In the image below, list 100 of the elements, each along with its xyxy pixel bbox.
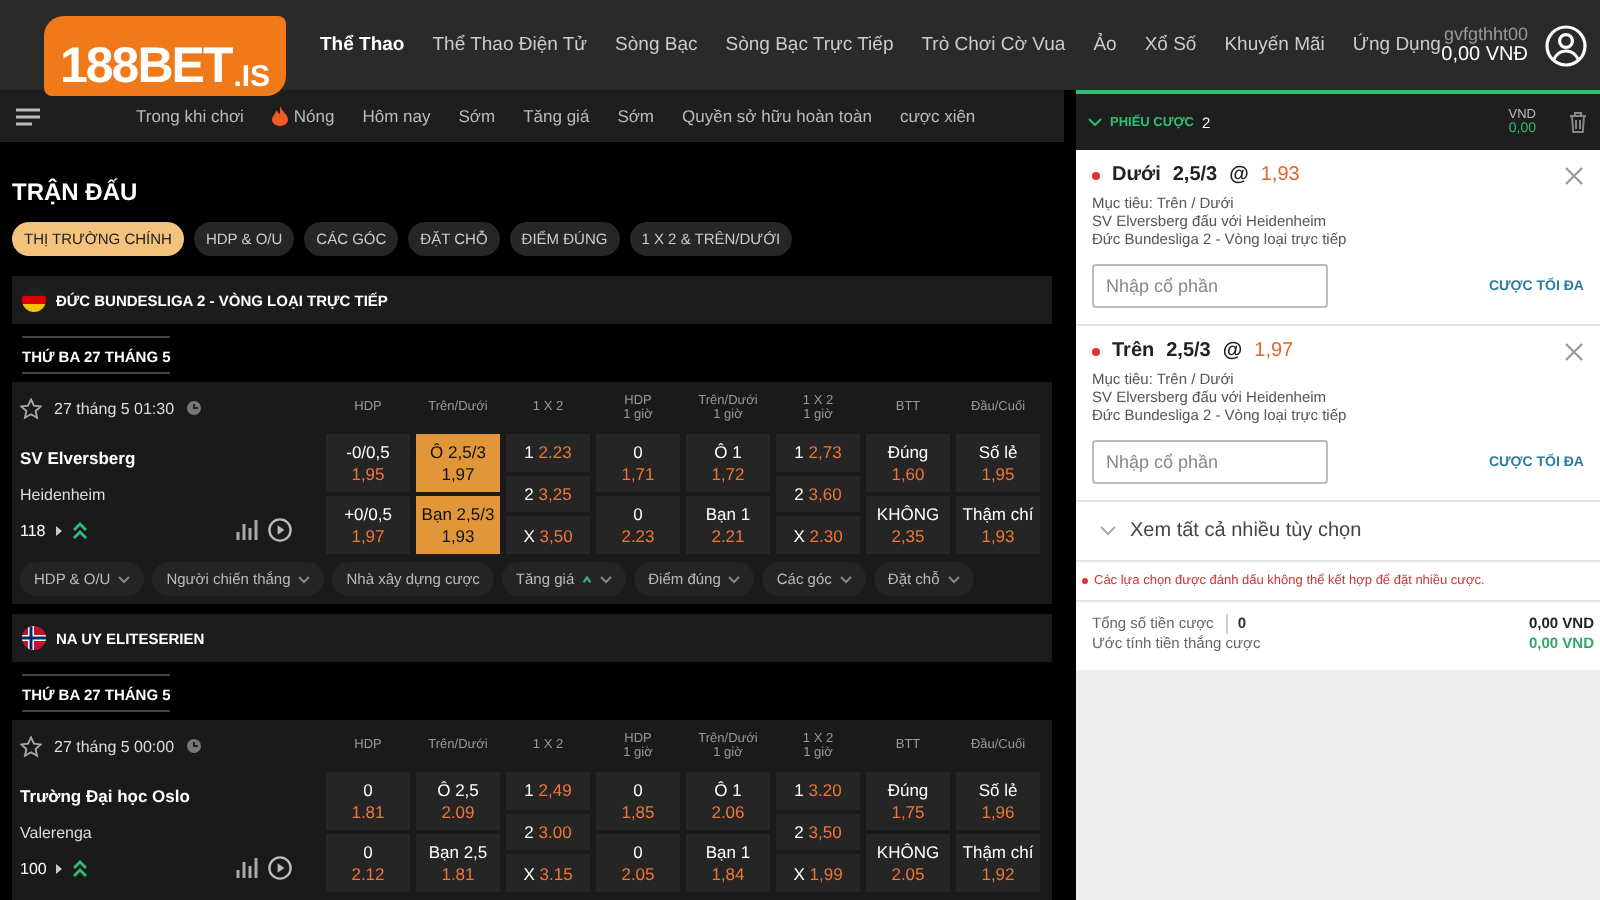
trash-icon[interactable]	[1568, 110, 1588, 134]
odds-button[interactable]: 2 3,60	[776, 475, 860, 513]
odds-button[interactable]: 1 2.23	[506, 434, 590, 472]
chevron-down-icon	[1100, 526, 1116, 536]
odds-button[interactable]: 0 2.12	[326, 834, 410, 892]
odds-button[interactable]: 1 2,49	[506, 772, 590, 810]
warning-dot-icon	[1082, 578, 1088, 584]
odds-button[interactable]: X 3,50	[506, 516, 590, 555]
nav-link[interactable]: Ứng Dụng	[1352, 34, 1441, 56]
nav-link[interactable]: Sòng Bạc	[615, 34, 698, 56]
play-icon[interactable]	[268, 856, 292, 880]
at-sign: @	[1229, 164, 1249, 186]
flag-icon	[22, 626, 46, 650]
stake-input[interactable]: Nhập cổ phần	[1092, 264, 1328, 308]
market-count[interactable]: 100	[20, 859, 47, 877]
team-name: Valerenga	[20, 824, 94, 842]
odds-button[interactable]: 2 3.00	[506, 813, 590, 851]
caret-icon	[118, 575, 131, 583]
double-chevron-icon	[71, 521, 88, 539]
flag-icon	[22, 288, 46, 312]
odds-button[interactable]: X 3.15	[506, 854, 590, 893]
bet-selection: Dưới	[1112, 164, 1161, 186]
odds-button[interactable]: 1 2,73	[776, 434, 860, 472]
odds-button[interactable]: 2 3,50	[776, 813, 860, 851]
bet-odds: 1,93	[1260, 164, 1300, 186]
odds-button[interactable]: 0 1,85	[596, 772, 680, 830]
odds-button[interactable]: 0 2.05	[596, 834, 680, 892]
caret-right-icon[interactable]	[55, 525, 62, 535]
odds-button[interactable]: 0 2.23	[596, 496, 680, 554]
account-balance: 0,00 VNĐ	[1441, 44, 1528, 66]
odds-button[interactable]: +0/0,5 1,97	[326, 496, 410, 554]
team-name: Trường Đại học Oslo	[20, 786, 192, 806]
chevron-down-icon	[1088, 118, 1102, 126]
odds-button[interactable]: -0/0,5 1,95	[326, 434, 410, 492]
odds-button[interactable]: 2 3,25	[506, 475, 590, 513]
nav-link[interactable]: Sòng Bạc Trực Tiếp	[725, 34, 894, 56]
subnav-link[interactable]: Sớm	[617, 106, 655, 126]
subnav-link[interactable]: Tăng giá	[523, 106, 590, 126]
nav-link[interactable]: Thể Thao	[320, 34, 405, 56]
bet-odds: 1,97	[1254, 340, 1294, 362]
caret-icon	[298, 575, 311, 583]
bar-chart-icon[interactable]	[236, 858, 258, 878]
nav-link[interactable]: Thể Thao Điện Tử	[432, 34, 588, 56]
clock-icon	[186, 400, 203, 416]
caret-icon	[839, 575, 852, 583]
subnav-link[interactable]: Trong khi chơi	[136, 106, 244, 126]
nav-link[interactable]: Ảo	[1093, 34, 1117, 56]
odds-button[interactable]: Số lẻ 1,95	[956, 434, 1040, 492]
odds-button[interactable]: Bạn 2,5/3 1,93	[416, 496, 500, 554]
boost-icon	[582, 574, 593, 584]
market-count[interactable]: 118	[20, 521, 46, 539]
nav-link[interactable]: Trò Chơi Cờ Vua	[921, 34, 1066, 56]
odds-button[interactable]: KHÔNG 2.05	[866, 834, 950, 892]
menu-icon[interactable]	[16, 107, 40, 125]
caret-icon	[728, 575, 741, 583]
stake-input[interactable]: Nhập cổ phần	[1092, 440, 1328, 484]
odds-button[interactable]: Ô 2,5/3 1,97	[416, 434, 500, 492]
subnav-link[interactable]: cược xiên	[899, 106, 976, 126]
play-icon[interactable]	[268, 518, 292, 542]
star-icon[interactable]	[20, 397, 42, 419]
close-icon[interactable]	[1564, 165, 1584, 185]
odds-button[interactable]: 0 1,71	[596, 434, 680, 492]
nav-link[interactable]: Xổ Số	[1144, 34, 1197, 56]
match-time: 27 tháng 5 01:30	[54, 399, 175, 417]
star-icon[interactable]	[20, 735, 42, 757]
odds-button[interactable]: Ô 2,5 2.09	[416, 772, 500, 830]
odds-button[interactable]: Bạn 2,5 1.81	[416, 834, 500, 892]
odds-button[interactable]: X 2.30	[776, 516, 860, 555]
subnav-link[interactable]: Nóng	[271, 106, 335, 126]
odds-button[interactable]: Ô 1 2.06	[686, 772, 770, 830]
odds-button[interactable]: Đúng 1,60	[866, 434, 950, 492]
odds-button[interactable]: Ô 1 1,72	[686, 434, 770, 492]
double-chevron-icon	[72, 859, 89, 877]
section-title: TRẬN ĐẤU	[12, 178, 140, 206]
user-icon[interactable]	[1544, 23, 1588, 67]
bar-chart-icon[interactable]	[236, 520, 258, 540]
subnav-link[interactable]: Hôm nay	[362, 106, 431, 126]
odds-button[interactable]: Đúng 1,75	[866, 772, 950, 830]
odds-button[interactable]: Số lẻ 1,96	[956, 772, 1040, 830]
caret-icon	[600, 575, 613, 583]
odds-button[interactable]: Thậm chí 1,92	[956, 834, 1040, 892]
subnav-link[interactable]: Sớm	[458, 106, 496, 126]
more-options-toggle[interactable]: Xem tất cả nhiều tùy chọn	[1076, 502, 1600, 562]
close-icon[interactable]	[1564, 341, 1584, 361]
caret-right-icon[interactable]	[56, 863, 63, 873]
odds-button[interactable]: X 1,99	[776, 854, 860, 893]
odds-button[interactable]: 0 1.81	[326, 772, 410, 830]
odds-button[interactable]: 1 3.20	[776, 772, 860, 810]
bet-line: 2,5/3	[1172, 164, 1218, 186]
bet-selection: Trên	[1112, 340, 1155, 362]
odds-button[interactable]: Bạn 1 1,84	[686, 834, 770, 892]
caret-icon	[947, 575, 960, 583]
team-name: SV Elversberg	[20, 448, 138, 468]
nav-link[interactable]: Khuyến Mãi	[1224, 34, 1325, 56]
odds-button[interactable]: Bạn 1 2.21	[686, 496, 770, 554]
odds-button[interactable]: Thậm chí 1,93	[956, 496, 1040, 554]
username: gvfgthht00	[1443, 24, 1528, 44]
odds-button[interactable]: KHÔNG 2,35	[866, 496, 950, 554]
clock-icon	[186, 738, 203, 754]
subnav-link[interactable]: Quyền sở hữu hoàn toàn	[682, 106, 872, 126]
